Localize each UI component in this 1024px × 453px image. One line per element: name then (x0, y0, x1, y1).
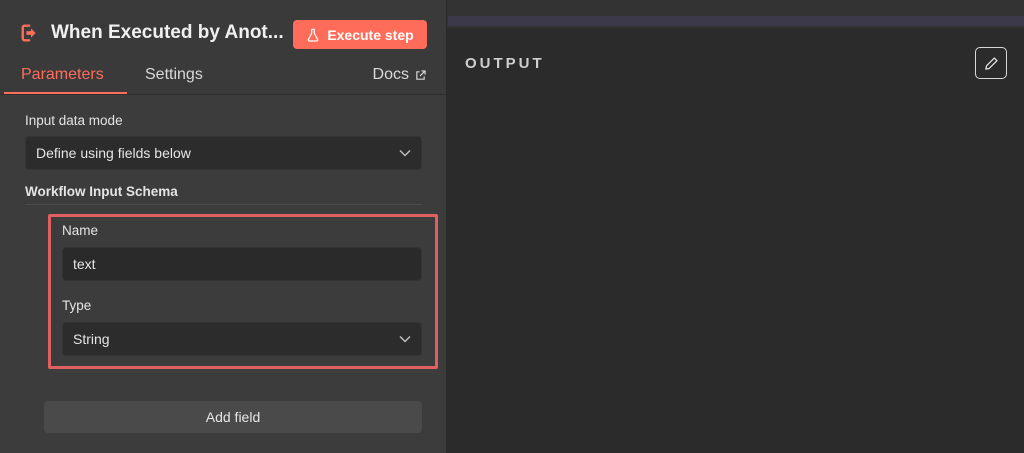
top-bar-accent (448, 16, 1024, 26)
active-tab-indicator (4, 92, 127, 94)
tab-settings[interactable]: Settings (145, 66, 203, 84)
name-input[interactable]: text (62, 247, 422, 281)
docs-label: Docs (372, 66, 409, 83)
tab-parameters[interactable]: Parameters (21, 66, 104, 84)
input-data-mode-label: Input data mode (25, 113, 123, 128)
input-data-mode-value: Define using fields below (36, 145, 191, 161)
flask-icon (308, 28, 319, 42)
node-parameters-panel: When Executed by Anot... Execute step Pa… (0, 0, 447, 453)
pencil-icon (984, 56, 998, 70)
chevron-down-icon (399, 335, 411, 343)
output-heading: OUTPUT (465, 55, 545, 72)
name-input-value: text (73, 256, 96, 272)
name-label: Name (62, 223, 99, 238)
parameters-content: Input data mode Define using fields belo… (0, 95, 446, 453)
type-label: Type (62, 298, 92, 313)
external-link-icon (416, 69, 426, 80)
execute-step-label: Execute step (327, 26, 414, 43)
tab-docs[interactable]: Docs (373, 66, 426, 84)
execute-step-button[interactable]: Execute step (293, 20, 427, 49)
edit-output-button[interactable] (975, 47, 1007, 79)
panel-tabs: Parameters Settings Docs (0, 58, 446, 95)
node-title: When Executed by Anot... (51, 22, 284, 43)
sign-in-arrow-icon (21, 24, 36, 42)
type-select[interactable]: String (62, 322, 422, 356)
add-field-button[interactable]: Add field (44, 401, 422, 433)
workflow-input-schema-label: Workflow Input Schema (25, 184, 178, 199)
input-data-mode-select[interactable]: Define using fields below (25, 136, 422, 170)
type-select-value: String (73, 331, 110, 347)
schema-divider (25, 204, 422, 205)
chevron-down-icon (399, 149, 411, 157)
